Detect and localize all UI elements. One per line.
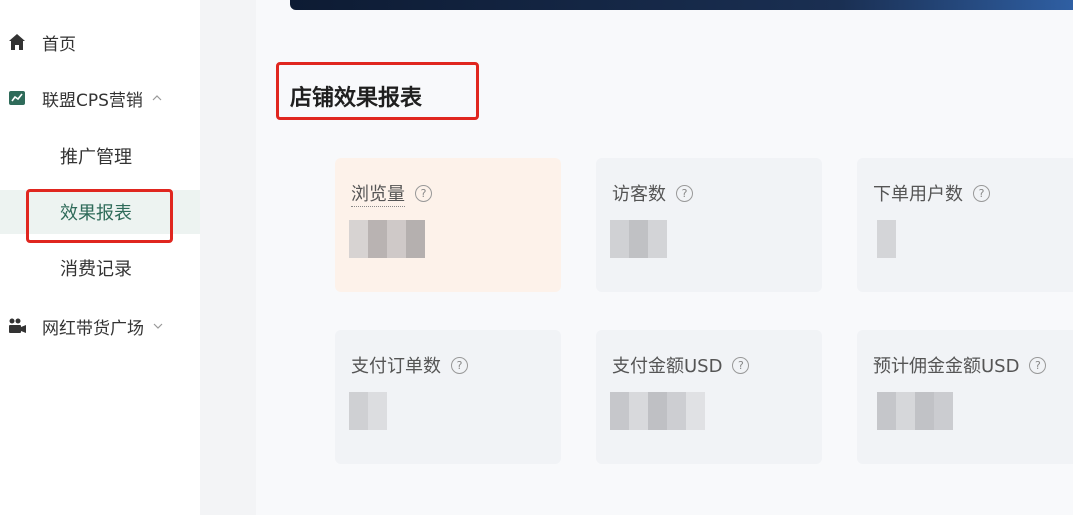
- top-banner: [290, 0, 1073, 10]
- question-icon[interactable]: ?: [732, 356, 750, 374]
- metric-value-redacted: [349, 220, 425, 258]
- metric-value-redacted: [877, 220, 896, 258]
- nav-item-label: 首页: [42, 34, 76, 55]
- metric-card-estimated-commission-usd[interactable]: 预计佣金金额USD ?: [857, 330, 1073, 464]
- question-icon[interactable]: ?: [415, 185, 432, 202]
- chevron-up-icon: [151, 92, 163, 104]
- metric-card-visitors[interactable]: 访客数 ?: [596, 158, 822, 292]
- metric-label: 支付金额USD: [612, 356, 723, 377]
- nav-item-home[interactable]: 首页: [0, 22, 200, 62]
- nav-item-influencer-plaza[interactable]: 网红带货广场: [0, 306, 200, 346]
- highlight-box-title: [276, 62, 479, 120]
- question-icon[interactable]: ?: [973, 184, 990, 202]
- metric-label: 浏览量: [351, 180, 405, 207]
- chevron-down-icon: [152, 320, 164, 332]
- metric-label: 预计佣金金额USD: [873, 356, 1020, 377]
- question-icon[interactable]: ?: [1029, 356, 1047, 374]
- sidebar: 首页 联盟CPS营销 推广管理 效果报表 消费记录 网红带货广场: [0, 0, 200, 515]
- metric-value-redacted: [610, 392, 705, 430]
- metric-value-redacted: [349, 392, 387, 430]
- video-camera-icon: [6, 315, 28, 337]
- metric-value-redacted: [610, 220, 667, 258]
- highlight-box-sidebar: [26, 189, 173, 243]
- nav-item-label: 网红带货广场: [42, 318, 144, 339]
- nav-item-label: 联盟CPS营销: [42, 90, 143, 111]
- metric-card-ordering-users[interactable]: 下单用户数 ?: [857, 158, 1073, 292]
- nav-item-cps-marketing[interactable]: 联盟CPS营销: [0, 78, 200, 118]
- sub-item-promotion-management[interactable]: 推广管理: [0, 134, 200, 178]
- sub-item-consumption-records[interactable]: 消费记录: [0, 246, 200, 290]
- question-icon[interactable]: ?: [676, 184, 693, 202]
- metric-label: 下单用户数: [873, 184, 963, 205]
- content-gutter: [200, 0, 256, 515]
- metric-label: 支付订单数: [351, 356, 441, 377]
- chart-icon: [6, 87, 28, 109]
- metric-card-page-views[interactable]: 浏览量 ?: [335, 158, 561, 292]
- metric-card-paid-orders[interactable]: 支付订单数 ?: [335, 330, 561, 464]
- metric-label: 访客数: [612, 184, 666, 205]
- home-icon: [6, 31, 28, 53]
- question-icon[interactable]: ?: [451, 356, 468, 374]
- metric-value-redacted: [877, 392, 953, 430]
- metric-card-payment-amount-usd[interactable]: 支付金额USD ?: [596, 330, 822, 464]
